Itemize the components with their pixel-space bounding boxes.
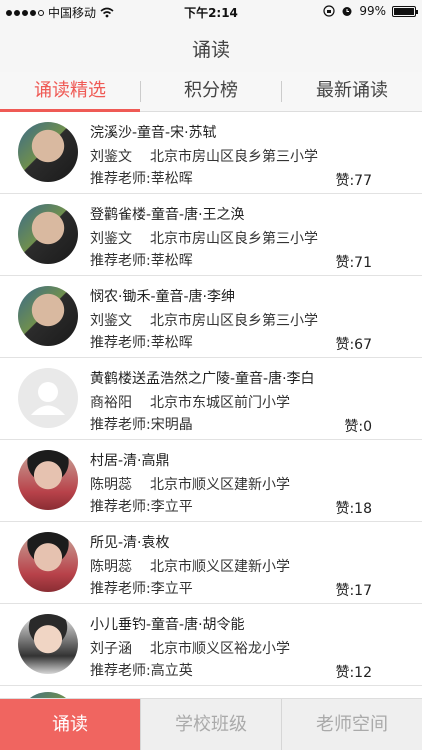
student-name: 刘鉴文 xyxy=(90,231,132,247)
recitation-title: 小儿垂钓-童音-唐·胡令能 xyxy=(90,617,245,633)
recommending-teacher: 推荐老师:莘松晖 xyxy=(90,171,193,187)
battery-percent: 99% xyxy=(359,4,386,18)
list-item[interactable]: 浣溪沙-童音-宋·苏轼 刘鉴文 北京市房山区良乡第三小学 推荐老师:莘松晖 赞:7… xyxy=(0,112,422,194)
student-info: 商裕阳 北京市东城区前门小学 xyxy=(90,392,290,412)
student-info: 刘子涵 北京市顺义区裕龙小学 xyxy=(90,638,290,658)
school-name: 北京市房山区良乡第三小学 xyxy=(150,149,318,165)
likes-count: 赞:12 xyxy=(335,665,372,681)
avatar xyxy=(18,450,78,510)
recitation-list[interactable]: 浣溪沙-童音-宋·苏轼 刘鉴文 北京市房山区良乡第三小学 推荐老师:莘松晖 赞:7… xyxy=(0,112,422,698)
recommending-teacher: 推荐老师:宋明晶 xyxy=(90,417,193,433)
list-item[interactable]: 小儿垂钓-童音-唐·胡令能 刘子涵 北京市顺义区裕龙小学 推荐老师:高立英 赞:1… xyxy=(0,604,422,686)
page-title: 诵读 xyxy=(191,39,230,61)
recitation-title: 登鹳雀楼-童音-唐·王之涣 xyxy=(90,207,245,223)
list-item[interactable]: 黄鹤楼送孟浩然之广陵-童音-唐·李白 商裕阳 北京市东城区前门小学 推荐老师:宋明… xyxy=(0,358,422,440)
recitation-title: 浣溪沙-童音-宋·苏轼 xyxy=(90,125,217,141)
student-info: 刘鉴文 北京市房山区良乡第三小学 xyxy=(90,228,318,248)
bottom-tab-bar: 诵读 学校班级 老师空间 xyxy=(0,698,422,750)
likes-count: 赞:71 xyxy=(335,255,372,271)
student-name: 刘鉴文 xyxy=(90,149,132,165)
recommending-teacher: 推荐老师:高立英 xyxy=(90,663,193,679)
likes-count: 赞:17 xyxy=(335,583,372,599)
student-info: 陈明蕊 北京市顺义区建新小学 xyxy=(90,474,290,494)
tab-latest-recitations[interactable]: 最新诵读 xyxy=(282,72,422,111)
list-item-partial[interactable] xyxy=(0,686,422,698)
student-info: 刘鉴文 北京市房山区良乡第三小学 xyxy=(90,146,318,166)
school-name: 北京市顺义区建新小学 xyxy=(150,477,290,493)
bottom-tab-recitation[interactable]: 诵读 xyxy=(0,699,140,750)
recommending-teacher: 推荐老师:李立平 xyxy=(90,499,193,515)
bottom-tab-teacher-space[interactable]: 老师空间 xyxy=(282,699,422,750)
status-bar: 中国移动 下午2:14 99% xyxy=(0,0,422,22)
bottom-tab-school-class[interactable]: 学校班级 xyxy=(141,699,281,750)
school-name: 北京市顺义区裕龙小学 xyxy=(150,641,290,657)
avatar xyxy=(18,532,78,592)
recommending-teacher: 推荐老师:莘松晖 xyxy=(90,335,193,351)
student-info: 刘鉴文 北京市房山区良乡第三小学 xyxy=(90,310,318,330)
status-right: 99% xyxy=(323,4,418,18)
recommending-teacher: 推荐老师:李立平 xyxy=(90,581,193,597)
school-name: 北京市东城区前门小学 xyxy=(150,395,290,411)
school-name: 北京市顺义区建新小学 xyxy=(150,559,290,575)
student-info: 陈明蕊 北京市顺义区建新小学 xyxy=(90,556,290,576)
recitation-title: 悯农·锄禾-童音-唐·李绅 xyxy=(90,289,236,305)
list-item[interactable]: 悯农·锄禾-童音-唐·李绅 刘鉴文 北京市房山区良乡第三小学 推荐老师:莘松晖 赞… xyxy=(0,276,422,358)
tab-featured-recitations[interactable]: 诵读精选 xyxy=(0,72,140,112)
avatar xyxy=(18,122,78,182)
school-name: 北京市房山区良乡第三小学 xyxy=(150,313,318,329)
likes-count: 赞:77 xyxy=(335,173,372,189)
battery-icon xyxy=(392,5,418,17)
avatar xyxy=(18,204,78,264)
avatar xyxy=(18,286,78,346)
recommending-teacher: 推荐老师:莘松晖 xyxy=(90,253,193,269)
recitation-title: 黄鹤楼送孟浩然之广陵-童音-唐·李白 xyxy=(90,371,315,387)
top-tabs: 诵读精选 积分榜 最新诵读 xyxy=(0,72,422,112)
default-avatar-icon xyxy=(18,368,78,428)
alarm-clock-icon xyxy=(342,7,352,16)
school-name: 北京市房山区良乡第三小学 xyxy=(150,231,318,247)
list-item[interactable]: 登鹳雀楼-童音-唐·王之涣 刘鉴文 北京市房山区良乡第三小学 推荐老师:莘松晖 赞… xyxy=(0,194,422,276)
list-item[interactable]: 所见-清·袁枚 陈明蕊 北京市顺义区建新小学 推荐老师:李立平 赞:17 xyxy=(0,522,422,604)
tab-leaderboard[interactable]: 积分榜 xyxy=(141,72,281,111)
likes-count: 赞:0 xyxy=(344,419,372,435)
rotation-lock-icon xyxy=(323,5,335,17)
student-name: 刘鉴文 xyxy=(90,313,132,329)
likes-count: 赞:18 xyxy=(335,501,372,517)
likes-count: 赞:67 xyxy=(335,337,372,353)
avatar xyxy=(18,614,78,674)
student-name: 刘子涵 xyxy=(90,641,132,657)
student-name: 商裕阳 xyxy=(90,395,132,411)
recitation-title: 所见-清·袁枚 xyxy=(90,535,170,551)
recitation-title: 村居-清·高鼎 xyxy=(90,453,170,469)
navigation-bar: 诵读 xyxy=(0,22,422,72)
student-name: 陈明蕊 xyxy=(90,559,132,575)
student-name: 陈明蕊 xyxy=(90,477,132,493)
list-item[interactable]: 村居-清·高鼎 陈明蕊 北京市顺义区建新小学 推荐老师:李立平 赞:18 xyxy=(0,440,422,522)
